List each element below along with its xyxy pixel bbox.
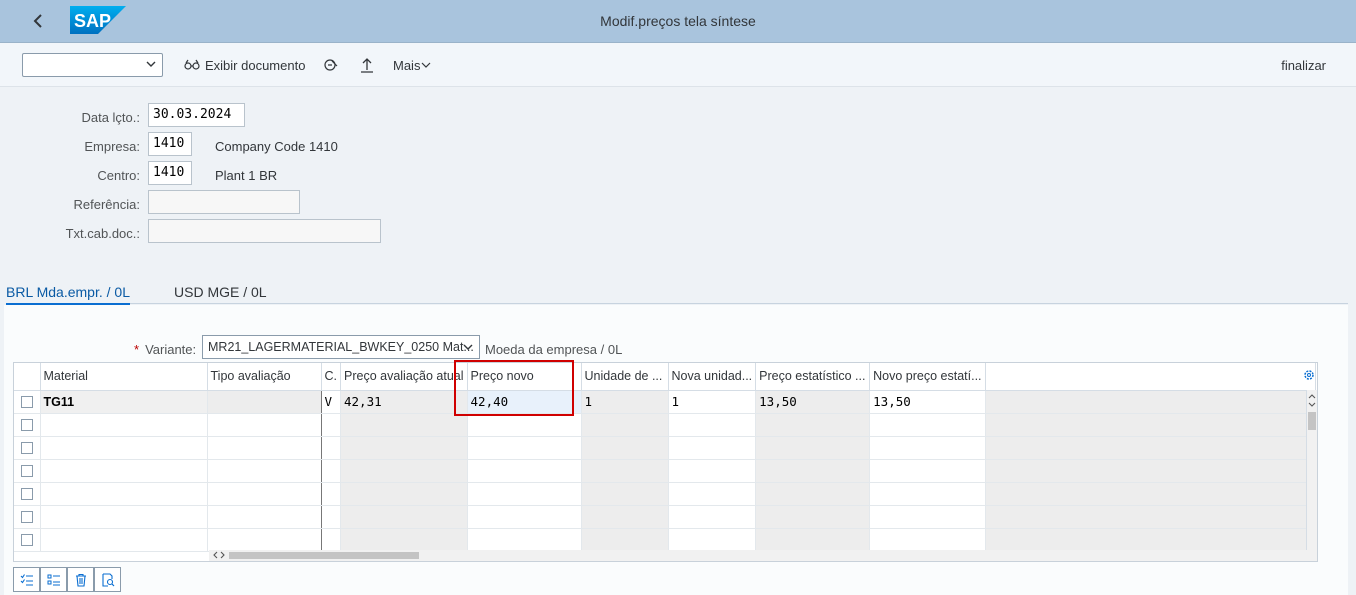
delete-row-button[interactable]: [67, 567, 94, 592]
chevron-down-icon: [146, 61, 156, 67]
shell-bar: SAP Modif.preços tela síntese: [0, 0, 1356, 43]
new-price-input[interactable]: 42,40: [467, 390, 582, 414]
cost-estimate-button[interactable]: [323, 55, 339, 75]
vertical-scroll-thumb[interactable]: [1308, 412, 1316, 430]
deselect-all-button[interactable]: [40, 567, 67, 592]
display-document-label: Exibir documento: [205, 57, 306, 73]
tab-company-currency[interactable]: BRL Mda.empr. / 0L: [6, 284, 130, 305]
scroll-down-icon[interactable]: [1307, 399, 1317, 409]
display-document-button[interactable]: Exibir documento: [184, 55, 305, 75]
row-checkbox[interactable]: [21, 418, 33, 431]
table-row[interactable]: [14, 482, 1316, 506]
plant-label: Centro:: [97, 168, 140, 183]
table-row[interactable]: [14, 436, 1316, 460]
select-all-column[interactable]: [14, 363, 41, 391]
command-field[interactable]: [22, 53, 163, 77]
row-selector[interactable]: [14, 390, 41, 414]
table-header-row: Material Tipo avaliação C. Preço avaliaç…: [14, 363, 1316, 391]
row-checkbox[interactable]: [21, 441, 33, 454]
column-header[interactable]: Tipo avaliação: [207, 363, 322, 391]
variant-label: * Variante:: [134, 342, 197, 357]
horizontal-scrollbar[interactable]: [209, 550, 1307, 561]
scroll-right-icon[interactable]: [219, 550, 227, 560]
posting-date-field[interactable]: 30.03.2024: [148, 103, 245, 127]
select-all-button[interactable]: [13, 567, 40, 592]
current-price-cell: 42,31: [340, 390, 468, 414]
select-all-icon: [20, 573, 33, 586]
upload-icon: [361, 58, 373, 73]
coins-icon: [324, 59, 338, 71]
row-checkbox[interactable]: [21, 487, 33, 500]
company-description: Company Code 1410: [215, 139, 338, 154]
plant-field[interactable]: 1410: [148, 161, 192, 185]
price-table: Material Tipo avaliação C. Preço avaliaç…: [14, 363, 1316, 552]
row-checkbox[interactable]: [21, 464, 33, 477]
column-header[interactable]: Preço avaliação atual: [340, 363, 468, 391]
trash-icon: [75, 573, 86, 587]
column-header[interactable]: Nova unidad...: [668, 363, 757, 391]
toolbar: Exibir documento Mais finalizar: [0, 43, 1356, 87]
table-row[interactable]: [14, 528, 1316, 552]
company-label: Empresa:: [84, 139, 140, 154]
more-menu-label: Mais: [393, 57, 421, 73]
page-title: Modif.preços tela síntese: [600, 13, 756, 29]
grid-button-bar: [13, 567, 121, 592]
material-cell: TG11: [40, 390, 208, 414]
new-price-unit-input[interactable]: 1: [668, 390, 757, 414]
horizontal-scroll-thumb[interactable]: [229, 552, 419, 559]
vertical-scrollbar[interactable]: [1306, 390, 1317, 561]
filler-cell: [985, 390, 1316, 414]
statistical-price-cell: 13,50: [755, 390, 871, 414]
more-menu-button[interactable]: Mais: [393, 55, 431, 75]
upload-button[interactable]: [360, 55, 374, 75]
column-header[interactable]: Novo preço estatí...: [869, 363, 986, 391]
deselect-all-icon: [47, 574, 60, 586]
filler-column: [985, 363, 1316, 391]
category-cell: V: [321, 390, 341, 414]
table-row[interactable]: [14, 505, 1316, 529]
currency-tabs: BRL Mda.empr. / 0L USD MGE / 0L: [6, 282, 1348, 305]
column-header[interactable]: C.: [321, 363, 341, 391]
row-checkbox[interactable]: [21, 510, 33, 523]
header-text-field[interactable]: [148, 219, 381, 243]
header-text-label: Txt.cab.doc.:: [65, 226, 140, 241]
date-label: Data lçto.:: [81, 110, 140, 125]
column-header[interactable]: Preço estatístico ...: [755, 363, 871, 391]
details-button[interactable]: [94, 567, 121, 592]
gear-icon[interactable]: [1303, 369, 1315, 381]
tab-panel: * Variante: MR21_LAGERMATERIAL_BWKEY_0250…: [4, 305, 1348, 595]
chevron-down-icon: [463, 344, 473, 350]
column-header[interactable]: Material: [40, 363, 208, 391]
finish-button[interactable]: finalizar: [1281, 58, 1326, 73]
price-grid: Material Tipo avaliação C. Preço avaliaç…: [13, 362, 1318, 562]
required-marker: *: [134, 342, 140, 357]
reference-field[interactable]: [148, 190, 300, 214]
plant-description: Plant 1 BR: [215, 168, 278, 183]
column-header[interactable]: Unidade de ...: [581, 363, 669, 391]
table-row[interactable]: [14, 413, 1316, 437]
variant-select[interactable]: MR21_LAGERMATERIAL_BWKEY_0250 Mat...: [202, 335, 480, 359]
valuation-type-cell: [207, 390, 322, 414]
new-statistical-price-input[interactable]: 13,50: [869, 390, 986, 414]
table-row[interactable]: TG11 V 42,31 42,40 1 1 13,50 13,50: [14, 390, 1316, 414]
column-header[interactable]: Preço novo: [467, 363, 582, 391]
tab-group-currency[interactable]: USD MGE / 0L: [174, 284, 267, 303]
table-row[interactable]: [14, 459, 1316, 483]
document-search-icon: [101, 572, 114, 587]
chevron-down-icon: [422, 62, 431, 68]
company-field[interactable]: 1410: [148, 132, 192, 156]
variant-description: Moeda da empresa / 0L: [485, 342, 623, 357]
row-checkbox[interactable]: [21, 395, 33, 408]
glasses-icon: [184, 59, 200, 70]
variant-value: MR21_LAGERMATERIAL_BWKEY_0250 Mat...: [208, 340, 474, 354]
price-unit-cell: 1: [581, 390, 669, 414]
row-checkbox[interactable]: [21, 533, 33, 546]
reference-label: Referência:: [73, 197, 140, 212]
scroll-left-icon[interactable]: [211, 550, 219, 560]
